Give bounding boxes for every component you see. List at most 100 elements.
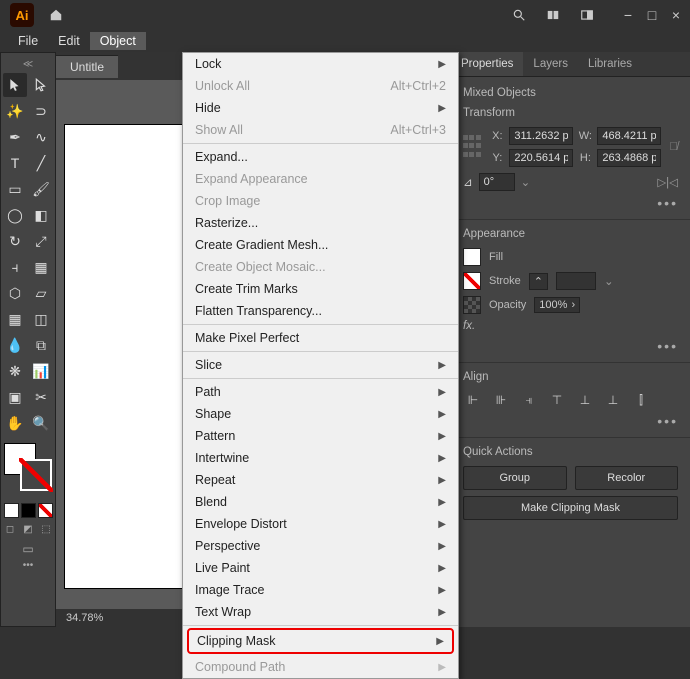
h-input[interactable] [597,149,661,167]
draw-normal-icon[interactable]: ◻ [3,522,17,536]
x-input[interactable] [509,127,573,145]
menu-blend[interactable]: Blend▶ [183,491,458,513]
gradient-mode-swatch[interactable] [21,503,36,518]
close-icon[interactable]: × [666,5,686,25]
tab-layers[interactable]: Layers [523,52,578,76]
y-input[interactable] [509,149,573,167]
minimize-icon[interactable]: − [618,5,638,25]
graph-tool[interactable]: 📊 [29,359,53,383]
menu-slice[interactable]: Slice▶ [183,354,458,376]
eraser-tool[interactable]: ◧ [29,203,53,227]
menu-lock[interactable]: Lock▶ [183,53,458,75]
lasso-tool[interactable]: ⊃ [29,99,53,123]
make-clipping-mask-button[interactable]: Make Clipping Mask [463,496,678,520]
angle-dropdown-icon[interactable]: ⌄ [521,175,531,189]
reference-point-icon[interactable] [463,135,481,159]
search-icon[interactable] [508,4,530,26]
shape-builder-tool[interactable]: ⬡ [3,281,27,305]
menu-edit[interactable]: Edit [48,32,90,50]
menu-repeat[interactable]: Repeat▶ [183,469,458,491]
angle-input[interactable] [479,173,515,191]
perspective-tool[interactable]: ▱ [29,281,53,305]
panel-collapse-icon[interactable]: ≪ [22,57,34,71]
menu-compound-path[interactable]: Compound Path▶ [183,656,458,678]
align-center-h-icon[interactable]: ⊪ [491,391,511,409]
menu-expand[interactable]: Expand... [183,146,458,168]
opacity-input[interactable]: 100%› [534,297,580,313]
magic-wand-tool[interactable]: ✨ [3,99,27,123]
rotate-tool[interactable]: ↻ [3,229,27,253]
align-bottom-icon[interactable]: ⊥ [603,391,623,409]
line-tool[interactable]: ╱ [29,151,53,175]
stroke-profile-dropdown[interactable] [556,272,596,290]
align-right-icon[interactable]: ⫣ [519,391,539,409]
flip-horizontal-icon[interactable]: ▷|◁ [657,175,678,189]
arrange-documents-icon[interactable] [542,4,564,26]
recolor-button[interactable]: Recolor [575,466,679,490]
screen-mode-icon[interactable]: ▭ [22,542,33,556]
type-tool[interactable]: T [3,151,27,175]
group-button[interactable]: Group [463,466,567,490]
menu-make-pixel-perfect[interactable]: Make Pixel Perfect [183,327,458,349]
align-top-icon[interactable]: ⊤ [547,391,567,409]
pen-tool[interactable]: ✒ [3,125,27,149]
menu-flatten-transparency[interactable]: Flatten Transparency... [183,300,458,322]
maximize-icon[interactable]: □ [642,5,662,25]
gradient-tool[interactable]: ◫ [29,307,53,331]
none-mode-swatch[interactable] [38,503,53,518]
w-input[interactable] [597,127,661,145]
width-tool[interactable]: ⫞ [3,255,27,279]
curvature-tool[interactable]: ∿ [29,125,53,149]
appearance-more-icon[interactable]: ••• [463,338,678,354]
menu-text-wrap[interactable]: Text Wrap▶ [183,601,458,623]
menu-intertwine[interactable]: Intertwine▶ [183,447,458,469]
fill-color-swatch[interactable] [463,248,481,266]
menu-envelope-distort[interactable]: Envelope Distort▶ [183,513,458,535]
menu-live-paint[interactable]: Live Paint▶ [183,557,458,579]
menu-hide[interactable]: Hide▶ [183,97,458,119]
document-tab[interactable]: Untitle [56,55,118,78]
mesh-tool[interactable]: ▦ [3,307,27,331]
fill-stroke-swatch[interactable] [4,443,52,499]
menu-rasterize[interactable]: Rasterize... [183,212,458,234]
artboard-tool[interactable]: ▣ [3,385,27,409]
edit-toolbar-icon[interactable]: ••• [23,560,34,571]
workspace-icon[interactable] [576,4,598,26]
eyedropper-tool[interactable]: 💧 [3,333,27,357]
stroke-swatch[interactable] [20,459,52,491]
align-center-v-icon[interactable]: ⊥ [575,391,595,409]
align-left-icon[interactable]: ⊩ [463,391,483,409]
stroke-color-swatch[interactable] [463,272,481,290]
stroke-weight-stepper[interactable]: ⌃ [529,273,548,290]
draw-behind-icon[interactable]: ◩ [21,522,35,536]
menu-create-gradient-mesh[interactable]: Create Gradient Mesh... [183,234,458,256]
paintbrush-tool[interactable]: 🖌 [29,177,53,201]
color-mode-swatch[interactable] [4,503,19,518]
menu-clipping-mask[interactable]: Clipping Mask▶ [187,628,454,654]
rectangle-tool[interactable]: ▭ [3,177,27,201]
distribute-icon[interactable]: ⫿ [631,391,651,409]
menu-object[interactable]: Object [90,32,146,50]
link-dimensions-icon[interactable]: ⛓̸ [669,141,678,153]
hand-tool[interactable]: ✋ [3,411,27,435]
blend-tool[interactable]: ⧉ [29,333,53,357]
opacity-swatch[interactable] [463,296,481,314]
fx-icon[interactable]: fx. [463,320,475,332]
draw-inside-icon[interactable]: ⬚ [39,522,53,536]
more-options-icon[interactable]: ••• [463,195,678,211]
tab-libraries[interactable]: Libraries [578,52,642,76]
symbol-sprayer-tool[interactable]: ❋ [3,359,27,383]
menu-pattern[interactable]: Pattern▶ [183,425,458,447]
stroke-dropdown-icon[interactable]: ⌄ [604,274,614,288]
zoom-tool[interactable]: 🔍 [29,411,53,435]
menu-file[interactable]: File [8,32,48,50]
free-transform-tool[interactable]: ▦ [29,255,53,279]
tab-properties[interactable]: Properties [451,52,523,76]
scale-tool[interactable]: ⤢ [29,229,53,253]
menu-perspective[interactable]: Perspective▶ [183,535,458,557]
direct-selection-tool[interactable] [29,73,53,97]
selection-tool[interactable] [3,73,27,97]
zoom-level[interactable]: 34.78% [66,612,103,624]
align-more-icon[interactable]: ••• [463,413,678,429]
shaper-tool[interactable]: ◯ [3,203,27,227]
